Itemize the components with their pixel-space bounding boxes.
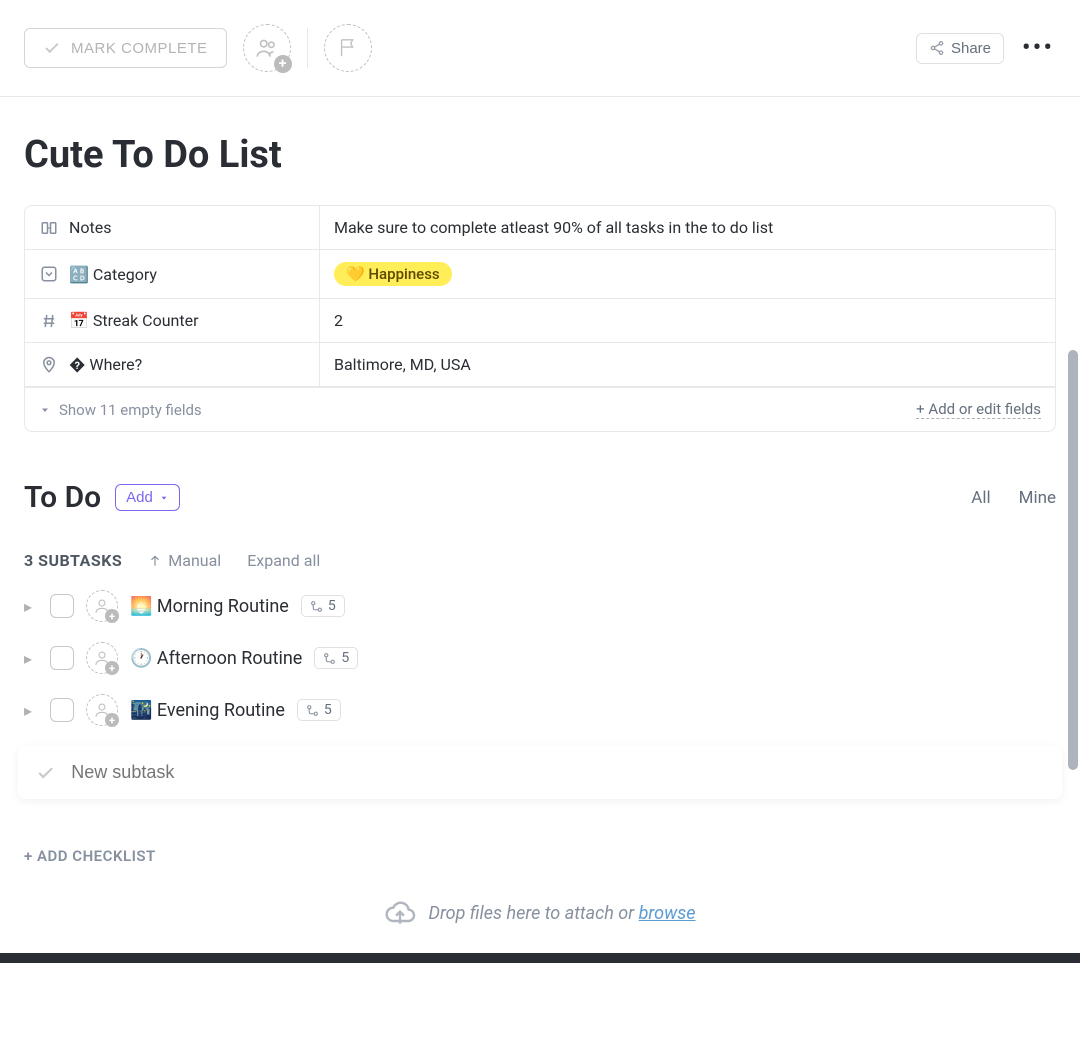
ellipsis-icon: ••• xyxy=(1022,33,1054,63)
flag-icon xyxy=(337,37,359,59)
plus-icon: + xyxy=(105,661,119,675)
toolbar-separator xyxy=(307,28,308,68)
field-row-category: 🔠 Category 💛 Happiness xyxy=(25,250,1055,299)
subtask-child-count[interactable]: 5 xyxy=(301,595,345,617)
category-tag[interactable]: 💛 Happiness xyxy=(334,262,452,286)
check-icon xyxy=(36,763,55,783)
subtask-child-count[interactable]: 5 xyxy=(314,647,358,669)
plus-icon: + xyxy=(105,609,119,623)
todo-section-header: To Do Add All Mine xyxy=(0,432,1080,523)
field-label-category: 🔠 Category xyxy=(25,250,320,298)
expand-caret[interactable]: ▸ xyxy=(24,649,38,668)
filter-all[interactable]: All xyxy=(971,488,990,508)
fields-footer: Show 11 empty fields + Add or edit field… xyxy=(25,387,1055,431)
assign-subtask-button[interactable]: + xyxy=(86,694,118,726)
assign-subtask-button[interactable]: + xyxy=(86,642,118,674)
show-empty-fields-button[interactable]: Show 11 empty fields xyxy=(39,401,202,419)
add-edit-fields-button[interactable]: + Add or edit fields xyxy=(916,400,1041,419)
plus-icon: + xyxy=(105,713,119,727)
mark-complete-label: MARK COMPLETE xyxy=(71,40,208,57)
share-icon xyxy=(929,40,945,56)
field-value-streak[interactable]: 2 xyxy=(320,299,1055,342)
caret-down-icon xyxy=(39,404,51,416)
dropdown-icon xyxy=(39,265,59,283)
section-title: To Do xyxy=(24,480,101,515)
caret-down-icon xyxy=(159,493,169,503)
plus-icon: + xyxy=(274,55,292,73)
assignees-button[interactable]: + xyxy=(243,24,291,72)
filter-tabs: All Mine xyxy=(971,488,1056,508)
expand-caret[interactable]: ▸ xyxy=(24,701,38,720)
dropzone-text: Drop files here to attach or browse xyxy=(428,903,695,924)
field-row-notes: Notes Make sure to complete atleast 90% … xyxy=(25,206,1055,250)
subtask-title[interactable]: 🕐 Afternoon Routine xyxy=(130,648,302,669)
page-title[interactable]: Cute To Do List xyxy=(0,97,1080,205)
subtask-row[interactable]: ▸ + 🕐 Afternoon Routine 5 xyxy=(0,632,1080,684)
field-value-where[interactable]: Baltimore, MD, USA xyxy=(320,343,1055,386)
field-row-where: � Where? Baltimore, MD, USA xyxy=(25,343,1055,387)
subtask-checkbox[interactable] xyxy=(50,698,74,722)
add-checklist-button[interactable]: + ADD CHECKLIST xyxy=(0,799,1080,877)
field-label-where: � Where? xyxy=(25,343,320,386)
expand-all-button[interactable]: Expand all xyxy=(247,551,320,570)
priority-flag-button[interactable] xyxy=(324,24,372,72)
custom-fields-table: Notes Make sure to complete atleast 90% … xyxy=(24,205,1056,432)
field-row-streak: 📅 Streak Counter 2 xyxy=(25,299,1055,343)
subtask-title[interactable]: 🌅 Morning Routine xyxy=(130,596,289,617)
new-subtask-input[interactable] xyxy=(71,762,1044,783)
toolbar: MARK COMPLETE + Share ••• xyxy=(0,0,1080,97)
subtask-checkbox[interactable] xyxy=(50,594,74,618)
scrollbar-thumb[interactable] xyxy=(1068,350,1078,770)
location-icon xyxy=(39,356,59,374)
subtask-title[interactable]: 🌃 Evening Routine xyxy=(130,700,285,721)
share-button[interactable]: Share xyxy=(916,33,1004,64)
subtask-icon xyxy=(323,652,336,665)
scrollbar[interactable] xyxy=(1068,350,1080,950)
add-subtask-button[interactable]: Add xyxy=(115,484,180,511)
bottom-bar xyxy=(0,953,1080,963)
subtask-child-count[interactable]: 5 xyxy=(297,699,341,721)
text-icon xyxy=(39,219,59,237)
subtask-icon xyxy=(310,600,323,613)
field-value-notes[interactable]: Make sure to complete atleast 90% of all… xyxy=(320,206,1055,249)
mark-complete-button[interactable]: MARK COMPLETE xyxy=(24,28,227,68)
assign-subtask-button[interactable]: + xyxy=(86,590,118,622)
field-value-category[interactable]: 💛 Happiness xyxy=(320,250,1055,298)
upload-cloud-icon xyxy=(384,897,416,929)
arrow-up-icon xyxy=(148,554,162,568)
new-subtask-row[interactable] xyxy=(18,746,1062,799)
subtask-row[interactable]: ▸ + 🌃 Evening Routine 5 xyxy=(0,684,1080,736)
browse-link[interactable]: browse xyxy=(639,903,696,924)
check-icon xyxy=(43,39,61,57)
share-label: Share xyxy=(951,40,991,57)
file-dropzone[interactable]: Drop files here to attach or browse xyxy=(0,877,1080,953)
subtask-list-header: 3 SUBTASKS Manual Expand all xyxy=(0,523,1080,580)
sort-manual-button[interactable]: Manual xyxy=(148,551,221,570)
expand-caret[interactable]: ▸ xyxy=(24,597,38,616)
field-label-notes: Notes xyxy=(25,206,320,249)
filter-mine[interactable]: Mine xyxy=(1019,488,1056,508)
subtask-count: 3 SUBTASKS xyxy=(24,551,122,570)
subtask-icon xyxy=(306,704,319,717)
subtask-checkbox[interactable] xyxy=(50,646,74,670)
hash-icon xyxy=(39,312,59,330)
more-menu-button[interactable]: ••• xyxy=(1020,30,1056,66)
field-label-streak: 📅 Streak Counter xyxy=(25,299,320,342)
subtask-row[interactable]: ▸ + 🌅 Morning Routine 5 xyxy=(0,580,1080,632)
